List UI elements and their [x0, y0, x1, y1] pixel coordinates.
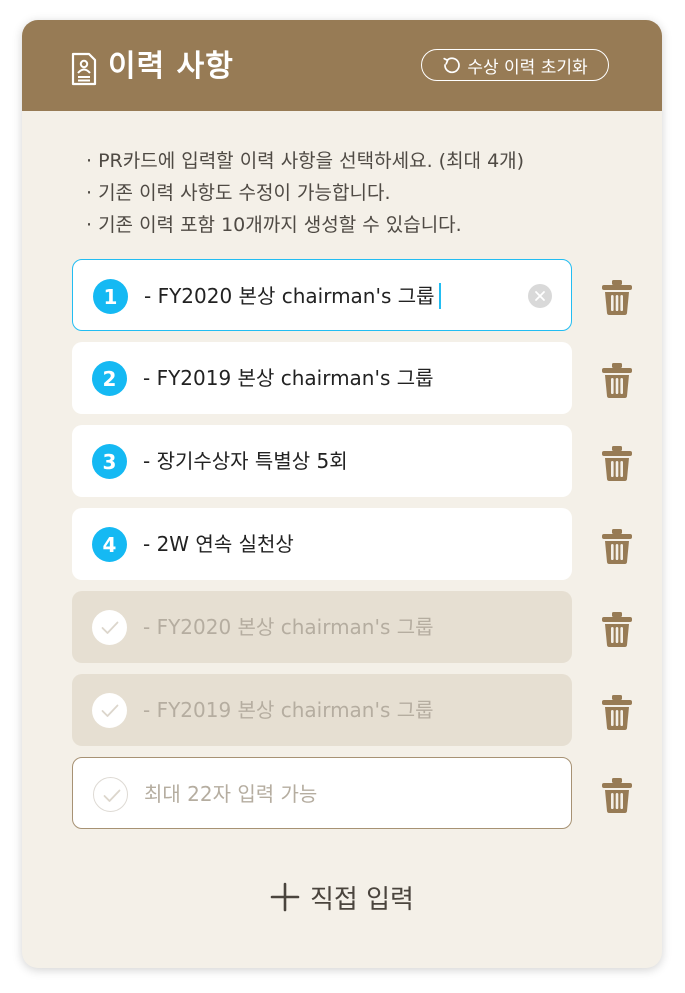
trash-icon[interactable]	[600, 527, 634, 565]
history-item[interactable]: 2 - FY2019 본상 chairman's 그룹	[72, 342, 572, 414]
history-item-text: - 2W 연속 실천상	[143, 532, 294, 556]
order-badge[interactable]: 2	[92, 361, 127, 396]
history-panel: 이력 사항 수상 이력 초기화 · PR카드에 입력할 이력 사항을 선택하세요…	[22, 20, 662, 968]
history-item-text: - FY2020 본상 chairman's 그룹	[144, 260, 441, 332]
trash-icon[interactable]	[600, 776, 634, 814]
trash-icon[interactable]	[600, 444, 634, 482]
check-icon	[101, 621, 119, 634]
rotate-ccw-icon	[443, 57, 461, 74]
check-icon	[101, 704, 119, 717]
trash-icon[interactable]	[600, 693, 634, 731]
reset-history-button[interactable]: 수상 이력 초기화	[421, 49, 609, 81]
clear-input-button[interactable]	[528, 284, 552, 308]
new-history-input[interactable]: 최대 22자 입력 가능	[72, 757, 572, 829]
trash-icon[interactable]	[600, 610, 634, 648]
history-item[interactable]: 4 - 2W 연속 실천상	[72, 508, 572, 580]
history-item-text: - 장기수상자 특별상 5회	[143, 449, 348, 473]
add-direct-input-button[interactable]: 직접 입력	[22, 872, 662, 922]
page-title: 이력 사항	[108, 49, 234, 84]
history-item-text: - FY2019 본상 chairman's 그룹	[143, 366, 434, 390]
document-person-icon	[71, 52, 97, 86]
input-placeholder: 최대 22자 입력 가능	[144, 782, 318, 806]
history-item-text: - FY2019 본상 chairman's 그룹	[143, 698, 434, 722]
history-item[interactable]: - FY2020 본상 chairman's 그룹	[72, 591, 572, 663]
close-icon	[535, 291, 545, 301]
history-item[interactable]: 3 - 장기수상자 특별상 5회	[72, 425, 572, 497]
history-item-text: - FY2020 본상 chairman's 그룹	[143, 615, 434, 639]
add-direct-input-label: 직접 입력	[310, 884, 414, 915]
note-line: · PR카드에 입력할 이력 사항을 선택하세요. (최대 4개)	[86, 150, 525, 172]
select-checkbox[interactable]	[92, 610, 127, 645]
trash-icon[interactable]	[600, 361, 634, 399]
note-line: · 기존 이력 사항도 수정이 가능합니다.	[86, 182, 391, 204]
order-badge[interactable]: 3	[92, 444, 127, 479]
note-line: · 기존 이력 포함 10개까지 생성할 수 있습니다.	[86, 214, 462, 236]
history-item[interactable]: - FY2019 본상 chairman's 그룹	[72, 674, 572, 746]
plus-icon	[270, 882, 300, 912]
history-item-input[interactable]: 1 - FY2020 본상 chairman's 그룹	[72, 259, 572, 331]
history-item-value: - FY2020 본상 chairman's 그룹	[144, 284, 435, 308]
select-checkbox[interactable]	[92, 693, 127, 728]
order-badge[interactable]: 4	[92, 527, 127, 562]
order-badge[interactable]: 1	[93, 279, 128, 314]
text-cursor	[438, 282, 441, 309]
panel-header: 이력 사항 수상 이력 초기화	[22, 20, 662, 111]
trash-icon[interactable]	[600, 278, 634, 316]
reset-history-label: 수상 이력 초기화	[467, 57, 588, 78]
instruction-notes: · PR카드에 입력할 이력 사항을 선택하세요. (최대 4개) · 기존 이…	[86, 145, 524, 241]
select-checkbox[interactable]	[93, 777, 128, 812]
check-icon	[103, 789, 121, 802]
